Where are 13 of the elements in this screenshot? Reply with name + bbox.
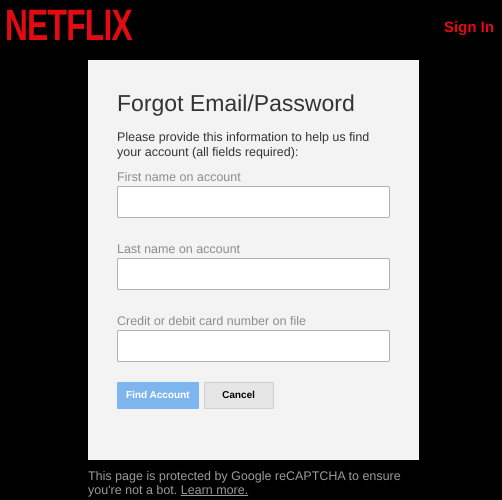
sign-in-link[interactable]: Sign In xyxy=(444,17,494,40)
cancel-button[interactable]: Cancel xyxy=(204,382,274,409)
recaptcha-notice: This page is protected by Google reCAPTCHA to ensure you're not a bot. Learn more. xyxy=(88,469,402,497)
field-label: Last name on account xyxy=(117,242,241,257)
form-title: Forgot Email/Password xyxy=(117,89,356,118)
field-label: Credit or debit card number on file xyxy=(117,314,307,329)
learn-more-link[interactable]: Learn more. xyxy=(180,483,248,497)
logo[interactable]: NETFLIX xyxy=(5,4,132,48)
input-field[interactable] xyxy=(117,186,390,218)
field-label: First name on account xyxy=(117,170,242,185)
intro-text: Please provide this information to help us find your account (all fields required): xyxy=(117,130,370,160)
input-field[interactable] xyxy=(117,330,390,362)
input-field[interactable] xyxy=(117,258,390,290)
